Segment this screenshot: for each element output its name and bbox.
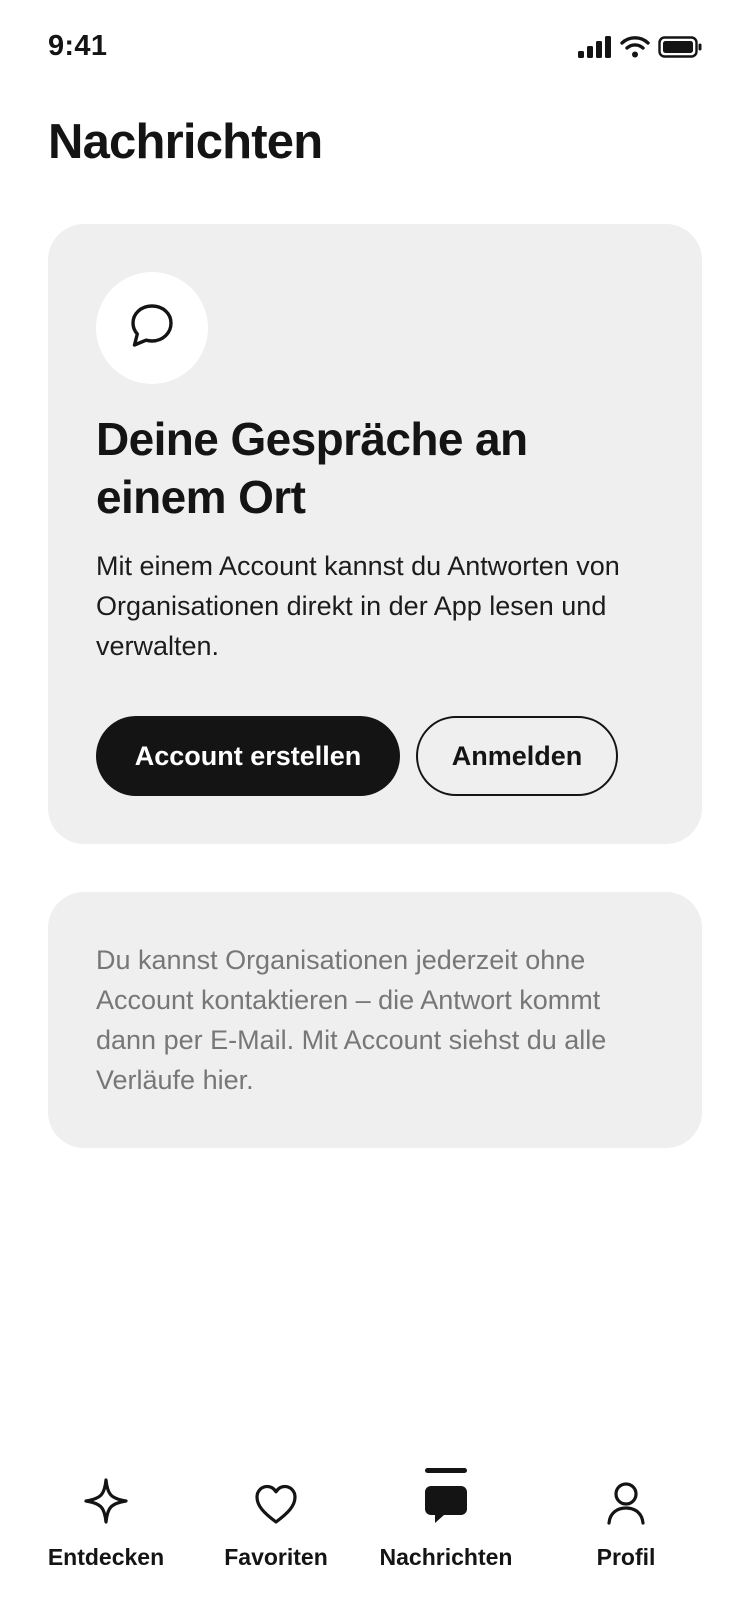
tab-profil[interactable]: Profil xyxy=(536,1470,716,1590)
chat-bubble-filled-icon xyxy=(424,1485,468,1530)
battery-icon xyxy=(658,36,702,63)
page-title: Nachrichten xyxy=(48,115,323,169)
tab-label: Entdecken xyxy=(47,1544,165,1570)
login-button[interactable]: Anmelden xyxy=(416,716,618,796)
card-heading: Deine Gespräche an einem Ort xyxy=(96,413,528,523)
tab-favoriten[interactable]: Favoriten xyxy=(186,1470,366,1590)
status-bar: 9:41 xyxy=(0,0,750,100)
chat-icon-circle xyxy=(96,272,208,384)
status-time: 9:41 xyxy=(48,30,108,62)
info-card: Du kannst Organisationen jederzeit ohne … xyxy=(48,892,702,1148)
person-icon xyxy=(606,1481,646,1530)
account-prompt-card: Deine Gespräche an einem Ort Mit einem A… xyxy=(48,224,702,844)
create-account-button[interactable]: Account erstellen xyxy=(96,716,400,796)
wifi-icon xyxy=(620,36,650,63)
sparkle-icon xyxy=(83,1477,129,1530)
tab-label: Nachrichten xyxy=(379,1544,513,1570)
tab-label: Profil xyxy=(596,1544,656,1570)
active-tab-indicator xyxy=(425,1468,467,1473)
heart-icon xyxy=(254,1483,298,1530)
messages-screen: 9:41 Nachrichten Deine Gespräche an eine… xyxy=(0,0,750,1624)
signal-icon xyxy=(578,36,612,63)
tab-nachrichten[interactable]: Nachrichten xyxy=(356,1468,536,1590)
tab-label: Favoriten xyxy=(224,1544,328,1570)
info-text: Du kannst Organisationen jederzeit ohne … xyxy=(96,945,607,1095)
tab-entdecken[interactable]: Entdecken xyxy=(16,1470,196,1590)
status-icons xyxy=(578,36,702,63)
card-description: Mit einem Account kannst du Antworten vo… xyxy=(96,551,620,661)
chat-bubble-icon xyxy=(127,301,177,356)
tab-bar: Entdecken Favoriten Nachrichten Profil xyxy=(0,1468,750,1624)
